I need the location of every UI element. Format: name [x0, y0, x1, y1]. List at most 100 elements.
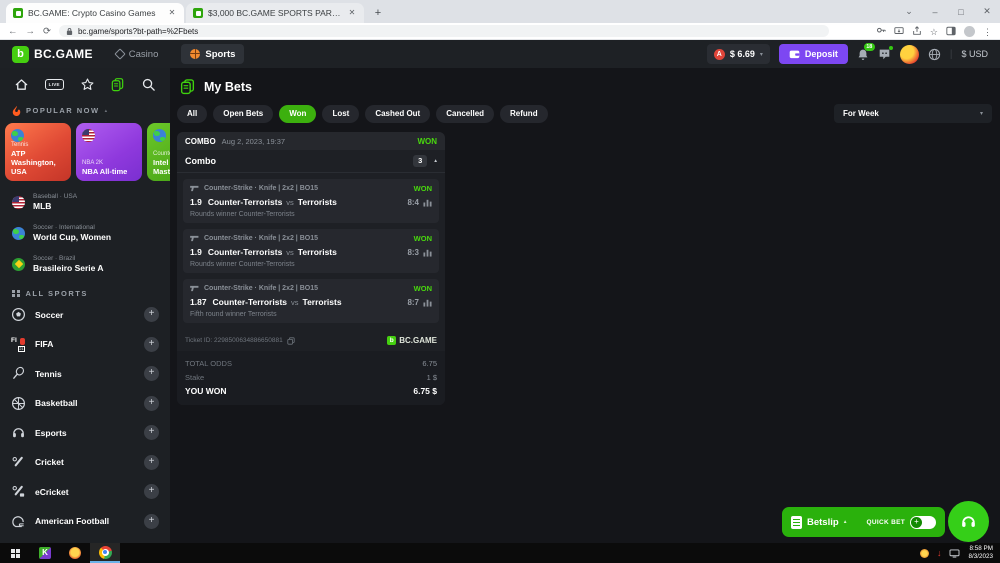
combo-toggle-row[interactable]: Combo 3 — [177, 150, 445, 173]
bcgame-logo[interactable]: BC.GAME — [12, 46, 93, 63]
nav-casino-label: Casino — [129, 49, 159, 60]
chat-button[interactable] — [878, 48, 891, 60]
maximize-button[interactable] — [948, 7, 974, 17]
home-icon[interactable] — [14, 77, 29, 92]
event-brasileiro-serie-a[interactable]: Soccer · Brazil Brasileiro Serie A — [12, 255, 158, 273]
live-icon[interactable] — [45, 79, 64, 90]
filter-all[interactable]: All — [177, 105, 207, 123]
popular-now-label: POPULAR NOW — [26, 106, 100, 115]
taskbar-app-chrome[interactable] — [90, 543, 120, 563]
sidebar-item-american-football[interactable]: American Football — [0, 507, 170, 537]
language-globe-icon[interactable] — [928, 48, 941, 61]
sidebar-item-cricket[interactable]: Cricket — [0, 448, 170, 478]
you-won-label: YOU WON — [185, 386, 227, 396]
popular-card-atp-washington[interactable]: Tennis ATP Washington, USA — [5, 123, 71, 181]
side-panel-icon[interactable] — [946, 26, 956, 36]
leg-status-badge: WON — [414, 284, 432, 293]
tab-search-icon[interactable] — [896, 6, 922, 17]
sidebar-item-fifa[interactable]: FI21 FIFA — [0, 330, 170, 360]
sidebar-item-tennis[interactable]: Tennis — [0, 359, 170, 389]
expand-plus-icon[interactable] — [144, 455, 159, 470]
sidebar-item-basketball[interactable]: Basketball — [0, 389, 170, 419]
filter-won[interactable]: Won — [279, 105, 316, 123]
grid-icon — [12, 290, 20, 298]
chat-online-dot — [889, 46, 893, 50]
search-icon[interactable] — [141, 77, 156, 92]
expand-plus-icon[interactable] — [144, 307, 159, 322]
tray-coin-icon[interactable] — [920, 549, 929, 558]
new-tab-button[interactable] — [370, 5, 386, 21]
filter-cancelled[interactable]: Cancelled — [436, 105, 494, 123]
event-world-cup-women[interactable]: Soccer · International World Cup, Women — [12, 224, 158, 242]
tray-download-icon[interactable] — [937, 548, 942, 558]
browser-menu-icon[interactable] — [983, 22, 992, 40]
browser-tab-1[interactable]: BC.GAME: Crypto Casino Games — [6, 3, 184, 23]
browser-tab-2[interactable]: $3,000 BC.GAME SPORTS PARLA — [186, 3, 364, 23]
filter-cashed-out[interactable]: Cashed Out — [365, 105, 430, 123]
my-bets-icon[interactable] — [110, 77, 125, 92]
header-right: $ 6.69 Deposit 18 $ USD — [707, 44, 988, 64]
reload-button[interactable] — [43, 26, 51, 37]
sport-label: Esports — [35, 428, 67, 438]
password-key-icon[interactable] — [876, 26, 886, 36]
sidebar-item-ecricket[interactable]: eCricket — [0, 477, 170, 507]
stats-bars-icon[interactable] — [423, 198, 432, 207]
quick-bet-toggle[interactable] — [910, 516, 936, 529]
expand-plus-icon[interactable] — [144, 514, 159, 529]
favorites-star-icon[interactable] — [80, 77, 95, 92]
bet-leg-3[interactable]: Counter-Strike · Knife | 2x2 | BO15 WON … — [183, 279, 439, 323]
bet-leg-1[interactable]: Counter-Strike · Knife | 2x2 | BO15 WON … — [183, 179, 439, 223]
bet-leg-2[interactable]: Counter-Strike · Knife | 2x2 | BO15 WON … — [183, 229, 439, 273]
nav-sports[interactable]: Sports — [181, 44, 244, 64]
event-mlb[interactable]: Baseball · USA MLB — [12, 193, 158, 211]
forward-button[interactable] — [26, 26, 36, 37]
filter-lost[interactable]: Lost — [322, 105, 359, 123]
expand-plus-icon[interactable] — [144, 337, 159, 352]
user-avatar[interactable] — [900, 45, 919, 64]
notifications-button[interactable]: 18 — [857, 48, 869, 61]
expand-plus-icon[interactable] — [144, 425, 159, 440]
deposit-button[interactable]: Deposit — [779, 44, 848, 64]
you-won-value: 6.75 $ — [413, 386, 437, 396]
popular-card-iem[interactable]: Counter-Strike Intel Extreme Masters — [147, 123, 170, 181]
sidebar-item-soccer[interactable]: Soccer — [0, 300, 170, 330]
tab-close-icon[interactable] — [347, 8, 357, 18]
start-button[interactable] — [0, 543, 30, 563]
expand-plus-icon[interactable] — [144, 366, 159, 381]
tab-close-icon[interactable] — [167, 8, 177, 18]
taskbar-clock[interactable]: 8:58 PM 8/3/2023 — [968, 545, 993, 562]
collapse-caret-icon[interactable] — [434, 158, 437, 164]
expand-plus-icon[interactable] — [144, 396, 159, 411]
popular-card-nba-alltime[interactable]: NBA 2K NBA All-time — [76, 123, 142, 181]
close-button[interactable] — [974, 6, 1000, 17]
betslip-bar[interactable]: Betslip QUICK BET — [782, 507, 945, 537]
share-icon[interactable] — [912, 26, 922, 36]
sidebar-item-esports[interactable]: Esports — [0, 418, 170, 448]
leg-league: Counter-Strike · Knife | 2x2 | BO15 — [204, 235, 318, 242]
support-button[interactable] — [948, 501, 989, 542]
main-content: My Bets All Open Bets Won Lost Cashed Ou… — [170, 68, 1000, 543]
back-button[interactable] — [8, 26, 18, 37]
profile-avatar[interactable] — [964, 26, 975, 37]
nav-casino[interactable]: Casino — [107, 44, 168, 64]
bookmark-star-icon[interactable] — [930, 22, 938, 40]
copy-icon[interactable] — [287, 337, 295, 345]
filter-refund[interactable]: Refund — [500, 105, 548, 123]
filter-open-bets[interactable]: Open Bets — [213, 105, 273, 123]
currency-selector[interactable]: $ USD — [961, 49, 988, 59]
minimize-button[interactable] — [922, 7, 948, 17]
taskbar-app-kz[interactable] — [30, 543, 60, 563]
taskbar-app-2[interactable] — [60, 543, 90, 563]
tray-display-icon[interactable] — [949, 549, 960, 558]
url-input[interactable]: bc.game/sports?bt-path=%2Fbets — [59, 25, 829, 37]
balance-selector[interactable]: $ 6.69 — [707, 44, 770, 64]
bet-type: COMBO — [185, 137, 216, 146]
popular-now-header[interactable]: POPULAR NOW — [0, 96, 170, 123]
stats-bars-icon[interactable] — [423, 248, 432, 257]
period-dropdown[interactable]: For Week — [834, 104, 992, 123]
url-text: bc.game/sports?bt-path=%2Fbets — [78, 27, 198, 36]
total-odds-value: 6.75 — [422, 359, 437, 368]
install-icon[interactable] — [894, 26, 904, 36]
stats-bars-icon[interactable] — [423, 298, 432, 307]
expand-plus-icon[interactable] — [144, 484, 159, 499]
